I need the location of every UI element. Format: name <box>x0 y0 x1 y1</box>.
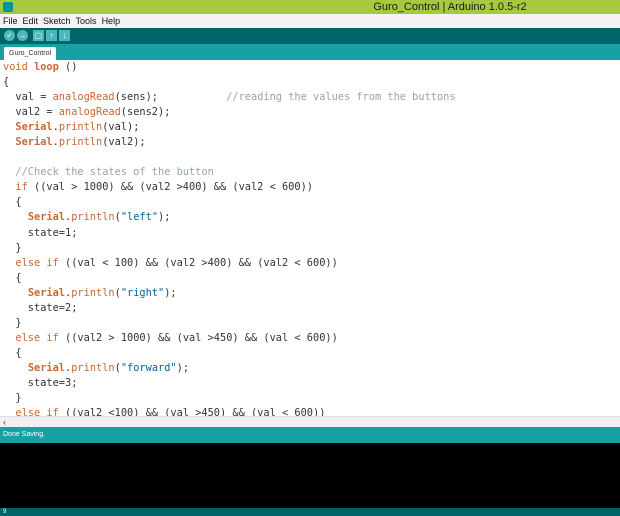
menu-file[interactable]: File <box>0 14 20 26</box>
menu-sketch[interactable]: Sketch <box>40 14 73 26</box>
code-token: } <box>3 316 22 329</box>
code-token: ); <box>164 286 177 299</box>
code-token: { <box>3 271 22 284</box>
code-token: analogRead <box>58 106 121 119</box>
upload-button[interactable]: → <box>17 30 28 41</box>
code-token: else <box>15 256 41 269</box>
code-token: println <box>71 286 115 299</box>
code-token: (sens); <box>114 91 227 104</box>
code-token: if <box>46 331 59 344</box>
verify-button[interactable]: ✓ <box>4 30 15 41</box>
code-token: analogRead <box>52 91 115 104</box>
code-token: if <box>15 181 28 194</box>
tab-bar: Guro_Control <box>0 44 620 60</box>
code-token: { <box>3 346 22 359</box>
code-token: println <box>58 136 103 149</box>
code-token: Serial <box>27 211 66 224</box>
code-token: println <box>71 361 115 374</box>
code-token: Serial <box>15 121 53 134</box>
code-token: } <box>3 241 22 254</box>
menu-edit[interactable]: Edit <box>20 14 41 26</box>
code-token: state=3; <box>3 376 78 389</box>
code-token: ); <box>176 361 190 374</box>
code-comment: //Check the states of the button <box>3 166 214 179</box>
open-button[interactable]: ↑ <box>46 30 57 41</box>
code-text: void loop () { val = analogRead(sens); /… <box>0 60 620 416</box>
menu-bar: File Edit Sketch Tools Help <box>0 14 620 28</box>
code-token: ((val2 > 1000) && (val >450) && (val < 6… <box>58 331 338 344</box>
menu-tools[interactable]: Tools <box>73 14 99 26</box>
code-token: loop <box>34 61 59 73</box>
code-token: ((val < 100) && (val2 >400) && (val2 < 6… <box>58 256 338 269</box>
code-token: ((val > 1000) && (val2 >400) && (val2 < … <box>27 181 313 194</box>
status-bar: Done Saving. <box>0 427 620 443</box>
code-string: "forward" <box>120 361 177 374</box>
bottom-bar: 9 <box>0 508 620 516</box>
code-token: println <box>58 121 103 134</box>
line-number: 9 <box>3 509 7 515</box>
code-token: Serial <box>27 286 66 299</box>
code-token: (val2); <box>102 136 146 149</box>
scroll-left-icon[interactable]: ‹ <box>3 417 6 427</box>
tab-guro-control[interactable]: Guro_Control <box>4 47 57 60</box>
save-button[interactable]: ↓ <box>59 30 70 41</box>
code-token: { <box>3 196 22 209</box>
status-message: Done Saving. <box>3 431 46 438</box>
code-token: (val); <box>102 121 140 134</box>
code-token: val2 = <box>3 106 59 119</box>
code-token: if <box>46 407 59 416</box>
code-string: "left" <box>120 211 159 224</box>
code-token: state=1; <box>3 226 78 239</box>
code-token: Serial <box>27 361 66 374</box>
code-token: { <box>3 76 10 89</box>
code-token: else <box>15 331 41 344</box>
code-token: } <box>3 392 22 405</box>
code-token: println <box>71 211 115 224</box>
code-token: void <box>3 61 28 73</box>
code-token: if <box>46 256 59 269</box>
code-token: val = <box>3 91 53 104</box>
code-token: else <box>15 407 41 416</box>
title-bar: Guro_Control | Arduino 1.0.5-r2 <box>0 0 620 14</box>
horizontal-scrollbar[interactable]: ‹ <box>0 416 620 427</box>
new-button[interactable]: ▢ <box>33 30 44 41</box>
toolbar: ✓ → ▢ ↑ ↓ <box>0 28 620 44</box>
code-token: ((val2 <100) && (val >450) && (val < 600… <box>58 407 326 416</box>
console-output[interactable] <box>0 443 620 508</box>
code-token: () <box>58 61 78 73</box>
code-token: ); <box>158 211 171 224</box>
code-token: (sens2); <box>120 106 171 119</box>
code-token: state=2; <box>3 301 78 314</box>
code-token: Serial <box>15 136 53 149</box>
menu-help[interactable]: Help <box>99 14 123 26</box>
code-comment: //reading the values from the buttons <box>226 91 456 104</box>
window-title: Guro_Control | Arduino 1.0.5-r2 <box>373 1 527 13</box>
code-string: "right" <box>120 286 165 299</box>
code-editor[interactable]: void loop () { val = analogRead(sens); /… <box>0 60 620 416</box>
